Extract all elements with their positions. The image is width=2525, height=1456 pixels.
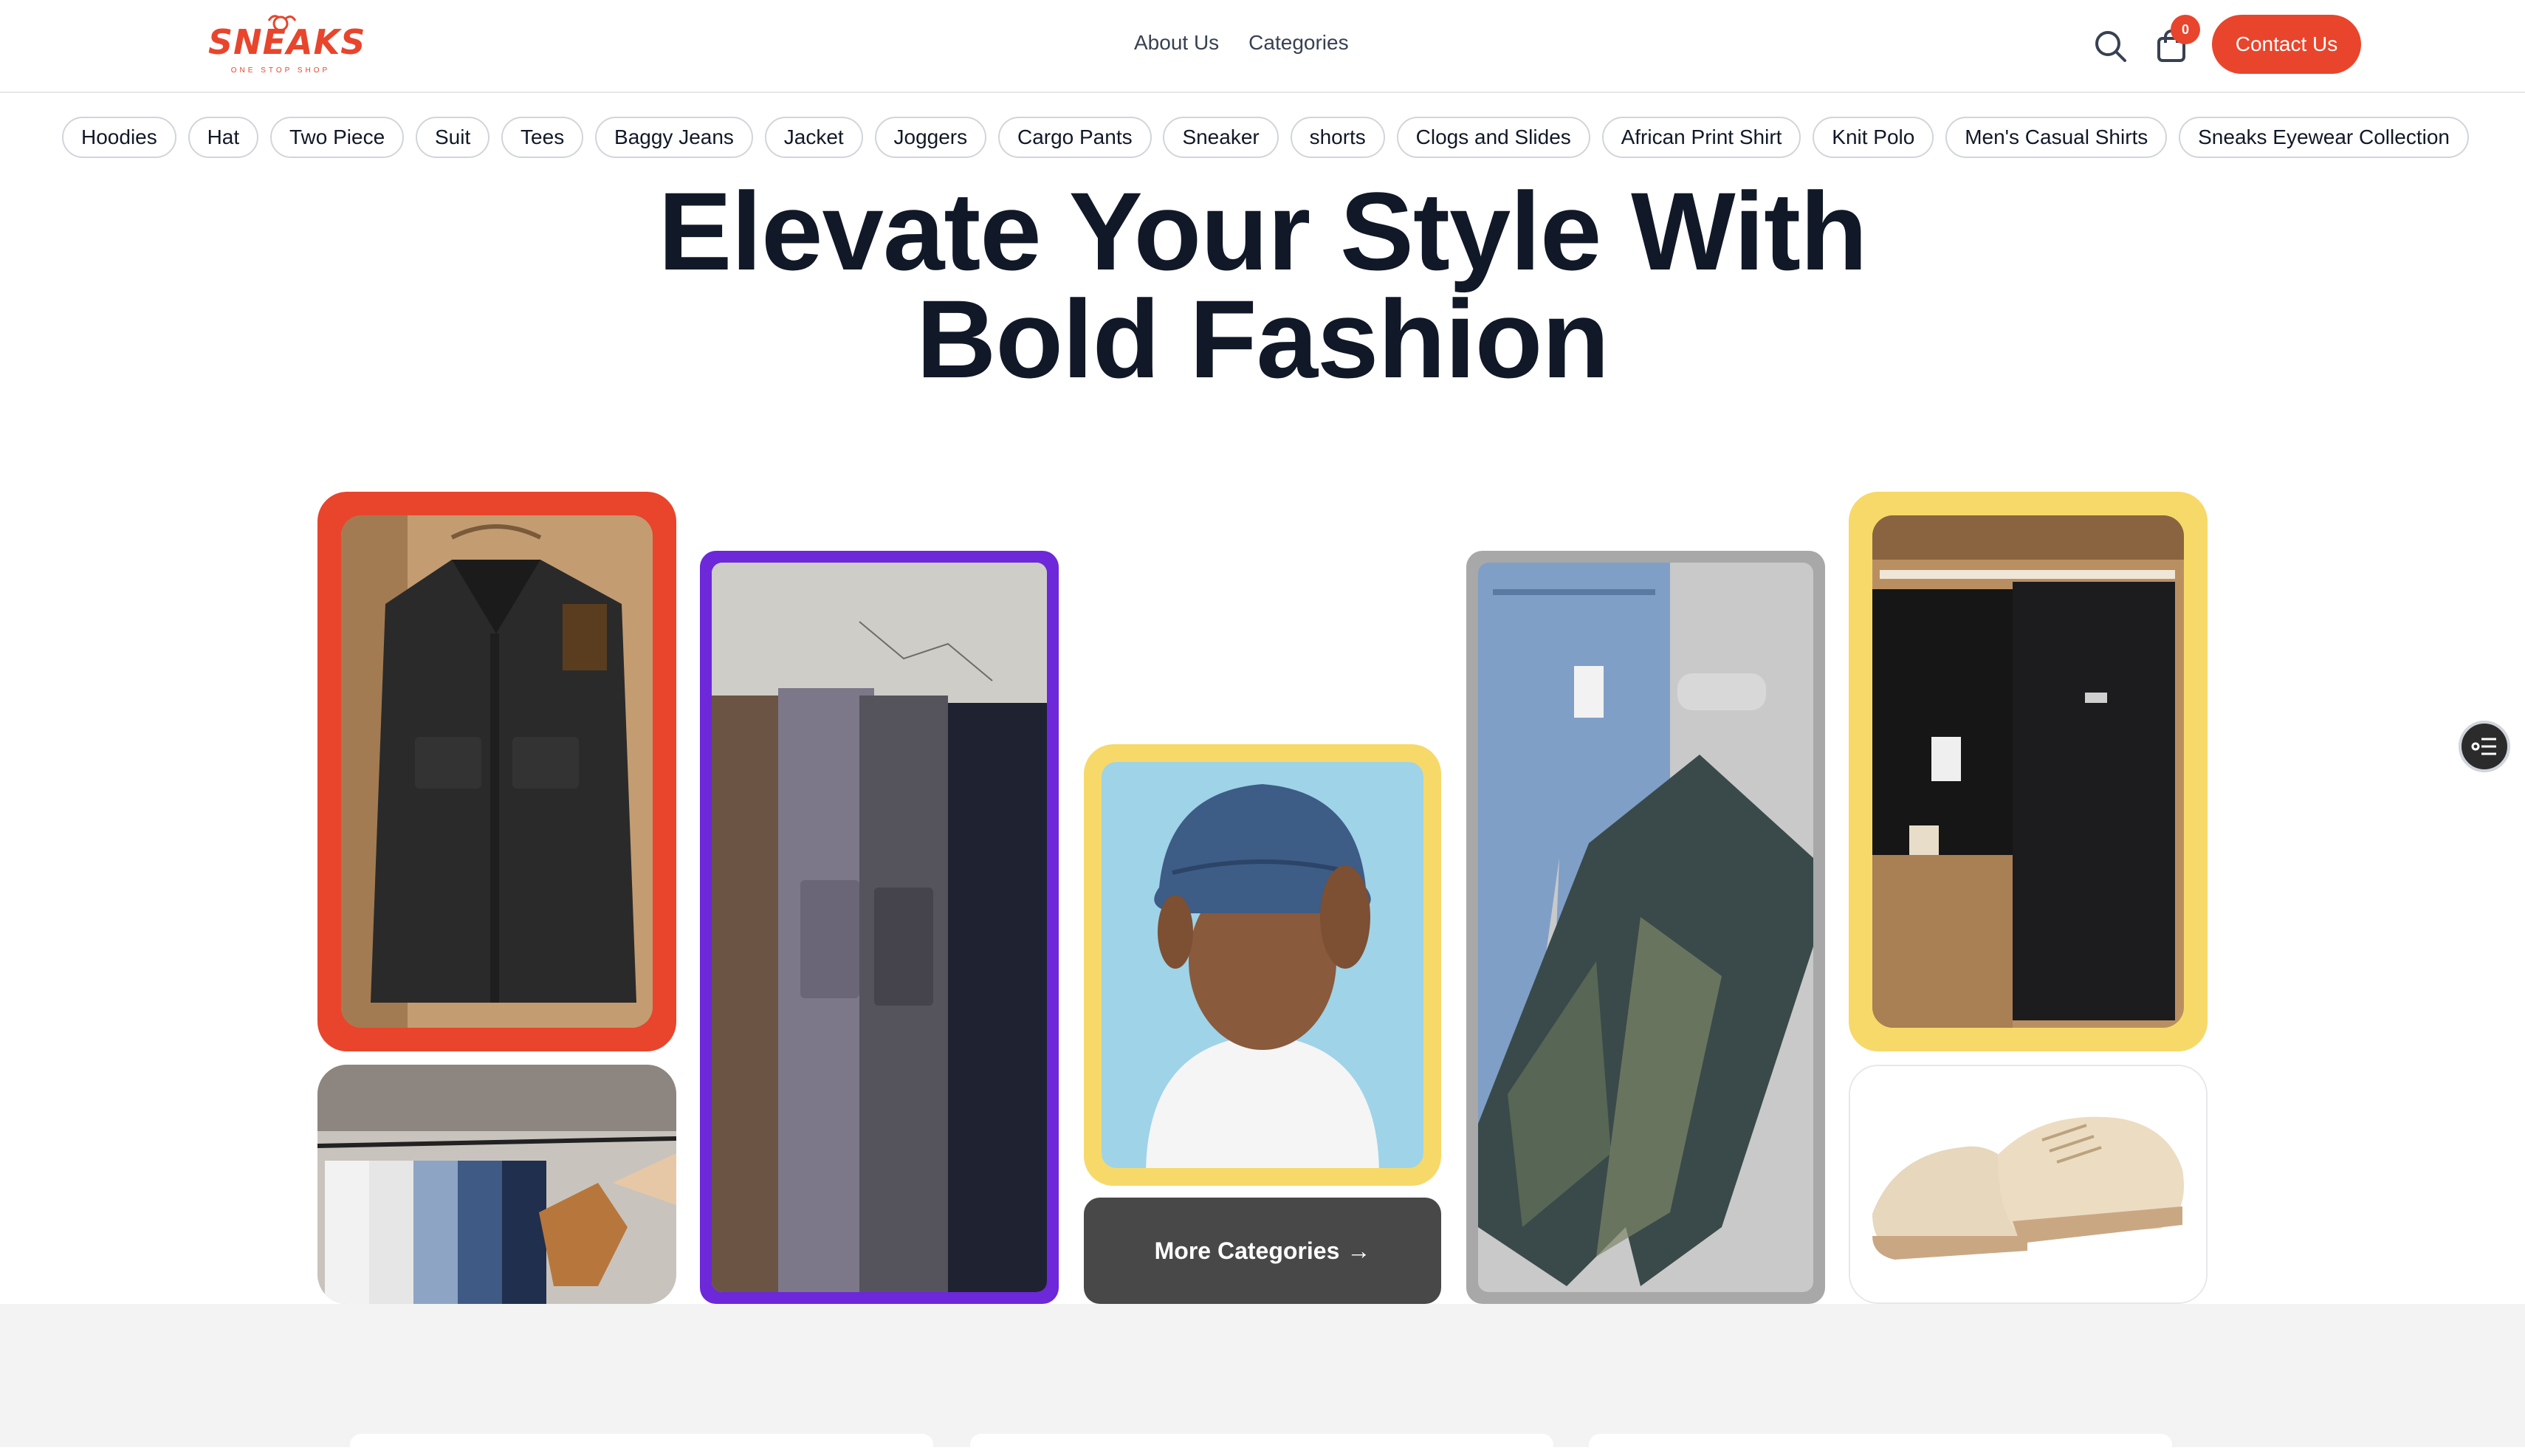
features-section-background [0, 1304, 2525, 1447]
logo-text: SNEAKS [208, 22, 366, 62]
jacket-image [341, 515, 653, 1028]
feature-card [970, 1434, 1553, 1456]
category-chip[interactable]: Clogs and Slides [1396, 117, 1590, 158]
hero-title-line-2: Bold Fashion [916, 277, 1610, 401]
arrow-right-icon: → [1347, 1237, 1371, 1264]
category-card-cargo-pants[interactable] [700, 551, 1059, 1304]
category-chip[interactable]: Men's Casual Shirts [1945, 117, 2168, 158]
category-chip[interactable]: Sneaker [1163, 117, 1279, 158]
category-chip[interactable]: Knit Polo [1813, 117, 1934, 158]
sneaker-image [1850, 1066, 2206, 1302]
category-card-hat[interactable] [1084, 744, 1441, 1186]
hero-title-line-1: Elevate Your Style With [658, 169, 1867, 293]
nav-about-us[interactable]: About Us [1134, 31, 1219, 55]
category-chip[interactable]: African Print Shirt [1601, 117, 1801, 158]
more-categories-button[interactable]: More Categories → [1084, 1198, 1441, 1304]
category-card-sneaker[interactable] [1849, 1065, 2208, 1304]
list-settings-icon [2471, 738, 2496, 755]
joggers-image [1872, 515, 2184, 1028]
baggy-jeans-image [1478, 563, 1813, 1292]
category-chip-list: Hoodies Hat Two Piece Suit Tees Baggy Je… [62, 117, 2469, 158]
category-card-baggy-jeans[interactable] [1466, 551, 1825, 1304]
category-chip[interactable]: shorts [1290, 117, 1385, 158]
feature-card [1589, 1434, 2172, 1456]
category-chip[interactable]: Tees [501, 117, 584, 158]
brand-logo[interactable]: SNEAKS ONE STOP SHOP [208, 13, 366, 78]
nav-categories[interactable]: Categories [1248, 31, 1348, 55]
category-chip[interactable]: Hoodies [62, 117, 176, 158]
category-chip[interactable]: Cargo Pants [997, 117, 1152, 158]
category-chip[interactable]: Jacket [764, 117, 863, 158]
category-chip[interactable]: Sneaks Eyewear Collection [2179, 117, 2469, 158]
search-icon[interactable] [2092, 28, 2128, 63]
shirts-rack-image [317, 1065, 676, 1304]
category-chip[interactable]: Baggy Jeans [595, 117, 753, 158]
category-chip[interactable]: Two Piece [269, 117, 405, 158]
site-header: SNEAKS ONE STOP SHOP About Us Categories… [0, 0, 2525, 93]
category-card-shirts[interactable] [317, 1065, 676, 1304]
category-chip[interactable]: Suit [415, 117, 490, 158]
contact-us-button[interactable]: Contact Us [2212, 15, 2361, 74]
floating-filter-button[interactable] [2459, 721, 2510, 772]
cargo-pants-image [712, 563, 1047, 1292]
more-categories-label: More Categories [1154, 1237, 1340, 1264]
hat-image [1102, 762, 1423, 1168]
main-nav: About Us Categories [1134, 31, 1349, 55]
logo-tagline: ONE STOP SHOP [230, 66, 331, 75]
category-chip[interactable]: Joggers [874, 117, 987, 158]
hero-title: Elevate Your Style With Bold Fashion [0, 169, 2525, 401]
feature-card [350, 1434, 933, 1456]
category-card-jacket[interactable] [317, 492, 676, 1051]
category-card-joggers[interactable] [1849, 492, 2208, 1051]
cart-count-badge: 0 [2171, 15, 2200, 44]
category-chip[interactable]: Hat [188, 117, 259, 158]
